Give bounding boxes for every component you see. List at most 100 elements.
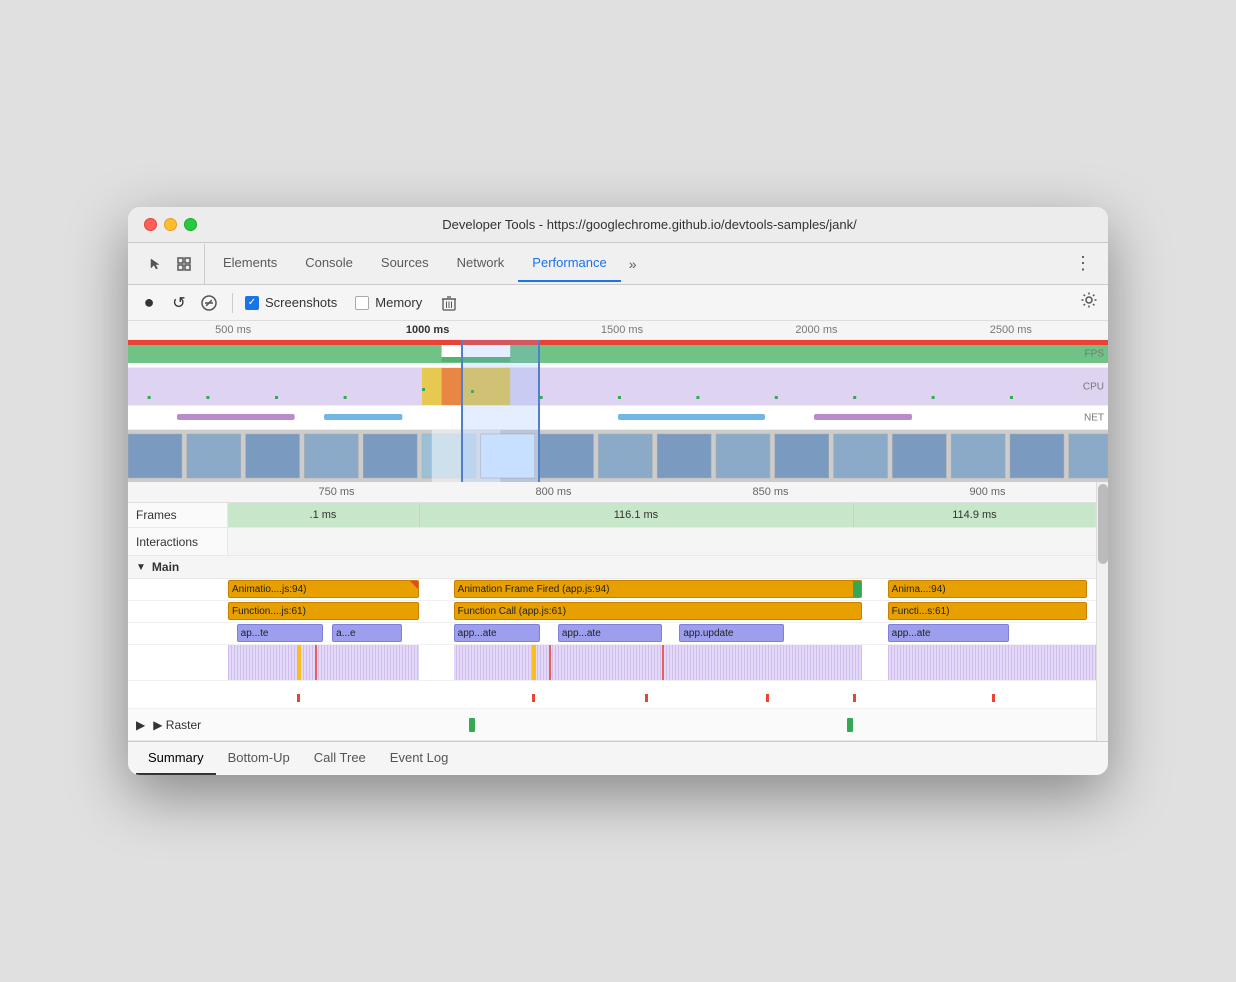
clear-button[interactable]: [198, 292, 220, 314]
tab-event-log[interactable]: Event Log: [378, 742, 461, 775]
more-tabs-button[interactable]: »: [621, 246, 645, 282]
stripe-row: [128, 645, 1096, 681]
red-pip-1: [297, 694, 300, 702]
frames-content: .1 ms 116.1 ms 114.9 ms: [228, 503, 1096, 527]
interactions-content: [228, 528, 1096, 555]
tab-console[interactable]: Console: [291, 245, 367, 282]
fps-track: FPS: [128, 340, 1108, 368]
cursor-icon[interactable]: [144, 252, 168, 276]
record-button[interactable]: ●: [138, 292, 160, 314]
main-section-header[interactable]: ▼ Main: [128, 556, 1096, 579]
red-marker-2: [549, 645, 551, 680]
tab-elements[interactable]: Elements: [209, 245, 291, 282]
ruler-1500ms: 1500 ms: [525, 324, 719, 336]
flame-animation-2[interactable]: Animation Frame Fired (app.js:94): [454, 580, 862, 598]
flame-function-2[interactable]: Function Call (app.js:61): [454, 602, 862, 620]
screenshots-label: Screenshots: [265, 295, 337, 310]
tab-bottom-up[interactable]: Bottom-Up: [216, 742, 302, 775]
flame-row-1-content: Animatio....js:94) Animation Frame Fired…: [228, 579, 1096, 600]
scrollbar[interactable]: [1096, 482, 1108, 741]
memory-label: Memory: [375, 295, 422, 310]
frame-block-1[interactable]: .1 ms: [228, 503, 419, 527]
raster-mark-1: [469, 718, 475, 732]
frames-label: Frames: [128, 503, 228, 527]
flame-row-1: Animatio....js:94) Animation Frame Fired…: [128, 579, 1096, 601]
red-marker-3: [662, 645, 664, 680]
flame-app-4[interactable]: app...ate: [558, 624, 662, 642]
detail-800ms: 800 ms: [445, 486, 662, 498]
flame-app-2[interactable]: a...e: [332, 624, 401, 642]
close-button[interactable]: [144, 218, 157, 231]
memory-checkbox-group: Memory: [355, 295, 422, 310]
tab-network[interactable]: Network: [443, 245, 519, 282]
raster-expand-icon[interactable]: ▶: [136, 718, 145, 732]
raster-mark-2: [847, 718, 853, 732]
cpu-label: CPU: [1083, 381, 1104, 392]
screenshots-checkbox[interactable]: [245, 296, 259, 310]
flame-row-2-content: Function....js:61) Function Call (app.js…: [228, 601, 1096, 622]
maximize-button[interactable]: [184, 218, 197, 231]
red-pip-2: [532, 694, 535, 702]
flame-app-3[interactable]: app...ate: [454, 624, 541, 642]
timeline-detail: 750 ms 800 ms 850 ms 900 ms Frames .1 ms: [128, 482, 1096, 741]
interactions-row: Interactions: [128, 528, 1096, 556]
tab-summary[interactable]: Summary: [136, 742, 216, 775]
flame-function-1[interactable]: Function....js:61): [228, 602, 419, 620]
menu-button[interactable]: ⋮: [1066, 243, 1100, 284]
net-label: NET: [1084, 412, 1104, 423]
cpu-track: CPU: [128, 368, 1108, 406]
devtools-nav: Elements Console Sources Network Perform…: [128, 243, 1108, 285]
red-pip-5: [853, 694, 856, 702]
tab-performance[interactable]: Performance: [518, 245, 620, 282]
ruler-2500ms: 2500 ms: [914, 324, 1108, 336]
settings-button[interactable]: [1080, 291, 1098, 314]
overview-ruler: 500 ms 1000 ms 1500 ms 2000 ms 2500 ms: [128, 321, 1108, 340]
frames-row: Frames .1 ms 116.1 ms 114.9 ms: [128, 503, 1096, 528]
flame-app-6[interactable]: app...ate: [888, 624, 1010, 642]
detail-850ms: 850 ms: [662, 486, 879, 498]
flame-row-3-content: ap...te a...e app...ate app...ate app.up…: [228, 623, 1096, 644]
main-collapse-icon: ▼: [136, 562, 146, 573]
title-bar: Developer Tools - https://googlechrome.g…: [128, 207, 1108, 243]
frame-block-3[interactable]: 114.9 ms: [853, 503, 1096, 527]
detail-area: 750 ms 800 ms 850 ms 900 ms Frames .1 ms: [128, 482, 1108, 741]
raster-content: [228, 711, 1088, 738]
screenshots-filmstrip: [128, 430, 1108, 482]
traffic-lights: [144, 218, 197, 231]
stripe-row-content: [228, 645, 1096, 680]
toolbar-divider-1: [232, 293, 233, 313]
nav-icons: [136, 244, 205, 284]
flame-app-1[interactable]: ap...te: [237, 624, 324, 642]
scrollbar-thumb[interactable]: [1098, 484, 1108, 564]
green-mark: [853, 581, 861, 597]
flame-function-3[interactable]: Functi...s:61): [888, 602, 1088, 620]
tab-sources[interactable]: Sources: [367, 245, 443, 282]
gap-2: [862, 645, 888, 680]
flame-app-5[interactable]: app.update: [679, 624, 783, 642]
raster-label: ▶ ▶ Raster: [136, 718, 228, 732]
yellow-marker-1: [297, 645, 301, 680]
flame-row-2: Function....js:61) Function Call (app.js…: [128, 601, 1096, 623]
flame-row-3: ap...te a...e app...ate app...ate app.up…: [128, 623, 1096, 645]
raster-row: ▶ ▶ Raster: [128, 709, 1096, 741]
interactions-label: Interactions: [128, 528, 228, 555]
flame-animation-3[interactable]: Anima...:94): [888, 580, 1088, 598]
tab-call-tree[interactable]: Call Tree: [302, 742, 378, 775]
trash-button[interactable]: [438, 292, 460, 314]
red-dot-row-content: [228, 681, 1096, 708]
flame-animation-1[interactable]: Animatio....js:94): [228, 580, 419, 598]
reload-record-button[interactable]: ↺: [168, 292, 190, 314]
filmstrip-svg: [128, 430, 1108, 482]
minimize-button[interactable]: [164, 218, 177, 231]
ruler-1000ms: 1000 ms: [330, 324, 524, 336]
memory-checkbox[interactable]: [355, 296, 369, 310]
net-track: NET: [128, 406, 1108, 430]
frame-block-2[interactable]: 116.1 ms: [419, 503, 853, 527]
inspect-icon[interactable]: [172, 252, 196, 276]
screenshots-checkbox-group: Screenshots: [245, 295, 337, 310]
detail-ruler: 750 ms 800 ms 850 ms 900 ms: [128, 482, 1096, 503]
ruler-2000ms: 2000 ms: [719, 324, 913, 336]
overview-tracks: FPS: [128, 340, 1108, 482]
fps-label: FPS: [1085, 348, 1104, 359]
fps-chart: [128, 340, 1108, 367]
